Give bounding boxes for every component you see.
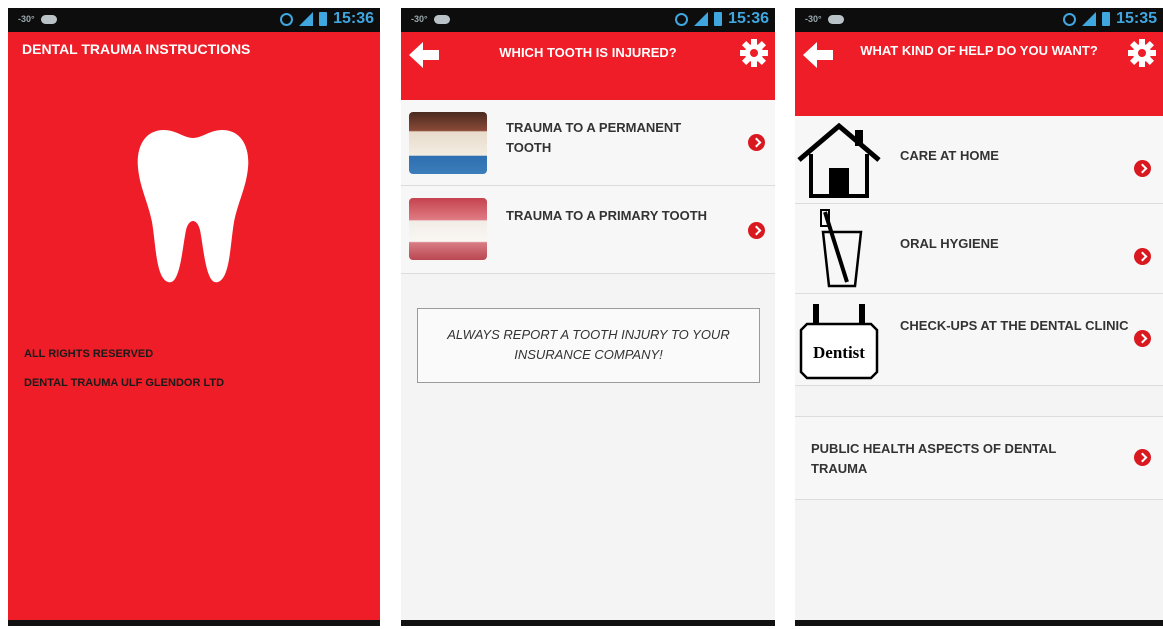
list-item-dental-checkups[interactable]: Dentist CHECK-UPS AT THE DENTAL CLINIC: [795, 294, 1163, 386]
page-title: WHICH TOOTH IS INJURED?: [499, 45, 677, 60]
rights-text: ALL RIGHTS RESERVED: [24, 348, 154, 360]
list-item-label: TRAUMA TO A PRIMARY TOOTH: [506, 208, 708, 223]
primary-tooth-photo: [409, 198, 487, 260]
house-icon: [797, 122, 881, 198]
temperature-text: -30°: [805, 14, 822, 24]
weather-cloud-icon: [40, 14, 57, 24]
signal-icon: [694, 12, 709, 26]
nav-bar: [401, 620, 775, 626]
status-time: 15:36: [333, 10, 374, 27]
page-title: WHAT KIND OF HELP DO YOU WANT?: [860, 43, 1098, 58]
list-item-primary-tooth[interactable]: TRAUMA TO A PRIMARY TOOTH: [401, 186, 775, 274]
status-bar: -30° 15:36: [8, 8, 380, 32]
alarm-icon: [675, 12, 689, 26]
dentist-sign-icon: Dentist: [799, 304, 879, 380]
list-item-oral-hygiene[interactable]: ORAL HYGIENE: [795, 204, 1163, 294]
temperature-text: -30°: [18, 14, 35, 24]
chevron-right-icon: [748, 134, 765, 151]
battery-icon: [1102, 12, 1111, 26]
list-item-label: CARE AT HOME: [900, 148, 999, 163]
chevron-right-icon: [1134, 160, 1151, 177]
permanent-tooth-photo: [409, 112, 487, 174]
app-title: DENTAL TRAUMA INSTRUCTIONS: [22, 41, 251, 57]
chevron-right-icon: [748, 222, 765, 239]
back-arrow-icon[interactable]: [801, 40, 835, 70]
list-item-permanent-tooth[interactable]: TRAUMA TO A PERMANENT TOOTH: [401, 100, 775, 186]
list-item-label: PUBLIC HEALTH ASPECTS OF DENTAL TRAUMA: [811, 441, 1057, 476]
alarm-icon: [1063, 12, 1077, 26]
tooth-logo-icon: [137, 130, 249, 283]
insurance-notice: ALWAYS REPORT A TOOTH INJURY TO YOUR INS…: [417, 308, 760, 383]
dentist-sign-text: Dentist: [813, 343, 865, 362]
header-bar: WHAT KIND OF HELP DO YOU WANT?: [795, 32, 1163, 116]
list-item-label: ORAL HYGIENE: [900, 236, 999, 251]
status-left-icons: -30°: [18, 14, 57, 24]
nav-bar: [8, 620, 380, 626]
gear-icon[interactable]: [1127, 38, 1157, 68]
list-item-public-health[interactable]: PUBLIC HEALTH ASPECTS OF DENTAL TRAUMA: [795, 416, 1163, 500]
nav-bar: [795, 620, 1163, 626]
status-time: 15:36: [728, 10, 769, 27]
splash-screen: -30° 15:36 DENTAL TRAUMA INSTRUCTIONS AL…: [8, 8, 380, 626]
weather-cloud-icon: [827, 14, 844, 24]
signal-icon: [299, 12, 314, 26]
battery-icon: [319, 12, 328, 26]
chevron-right-icon: [1134, 248, 1151, 265]
alarm-icon: [280, 12, 294, 26]
toothbrush-glass-icon: [820, 209, 863, 288]
header-bar: WHICH TOOTH IS INJURED?: [401, 32, 775, 100]
signal-icon: [1082, 12, 1097, 26]
temperature-text: -30°: [411, 14, 428, 24]
weather-cloud-icon: [433, 14, 450, 24]
help-type-screen: -30° 15:35 WHAT KIND OF HELP DO YOU WANT…: [795, 8, 1163, 626]
status-time: 15:35: [1116, 10, 1157, 27]
chevron-right-icon: [1134, 449, 1151, 466]
chevron-right-icon: [1134, 330, 1151, 347]
list-item-care-at-home[interactable]: CARE AT HOME: [795, 116, 1163, 204]
list-item-label: TRAUMA TO A PERMANENT TOOTH: [506, 120, 682, 155]
gear-icon[interactable]: [739, 38, 769, 68]
status-bar: -30° 15:35: [795, 8, 1163, 32]
list-item-label: CHECK-UPS AT THE DENTAL CLINIC: [900, 318, 1129, 333]
which-tooth-screen: -30° 15:36 WHICH TOOTH IS INJURED? TRAUM…: [401, 8, 775, 626]
status-bar: -30° 15:36: [401, 8, 775, 32]
battery-icon: [714, 12, 723, 26]
company-text: DENTAL TRAUMA ULF GLENDOR LTD: [24, 377, 225, 389]
back-arrow-icon[interactable]: [407, 40, 441, 70]
